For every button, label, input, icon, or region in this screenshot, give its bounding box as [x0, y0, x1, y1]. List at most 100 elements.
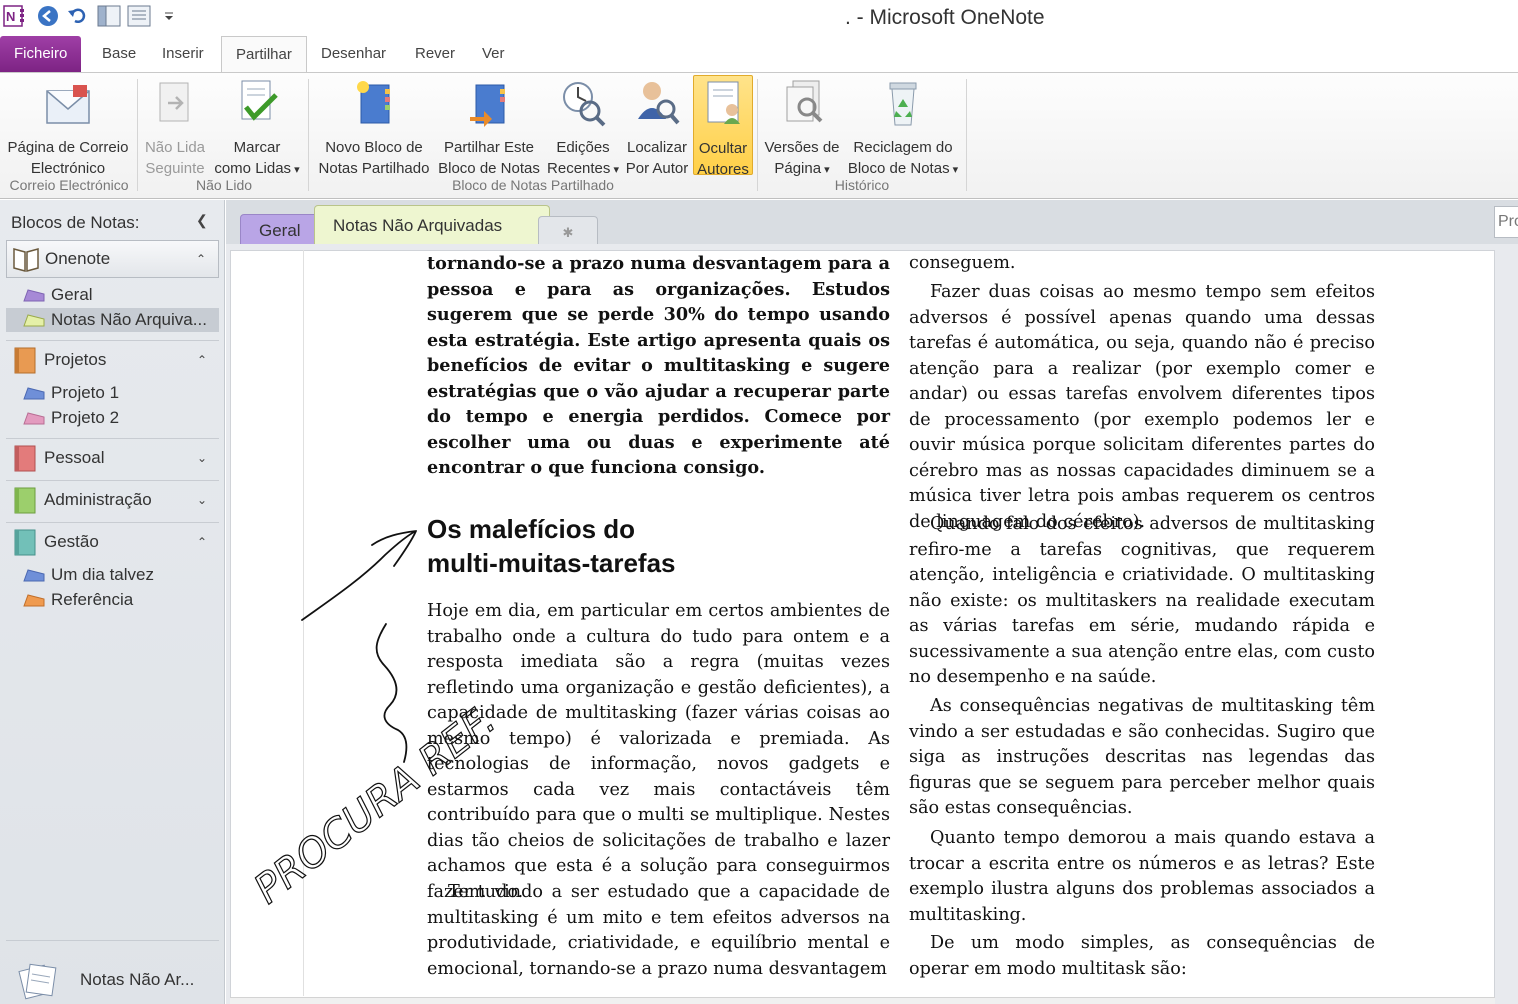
section-projeto-1[interactable]: Projeto 1	[22, 381, 219, 405]
window-title: . - Microsoft OneNote	[845, 6, 1045, 29]
page-versions-button[interactable]: Versões de Página	[762, 75, 842, 177]
find-by-author-button[interactable]: Localizar Por Autor	[622, 75, 692, 177]
section-tab-icon	[23, 314, 45, 327]
recent-edits-label-2: Recentes	[547, 160, 619, 177]
share-notebook-button[interactable]: Partilhar Este Bloco de Notas	[436, 75, 542, 177]
page-margin-rule	[303, 250, 304, 996]
section-tab-icon	[23, 569, 45, 582]
notebook-projetos[interactable]: Projetos ⌃	[6, 340, 219, 378]
group-label-shared-notebook: Bloco de Notas Partilhado	[452, 177, 614, 193]
tab-notas-nao-arquivadas[interactable]: Notas Não Arquivadas	[314, 205, 550, 244]
horizontal-scrollbar[interactable]	[230, 997, 1495, 1004]
find-by-author-label-2: Por Autor	[625, 160, 689, 177]
notebook-label: Administração	[44, 489, 152, 509]
share-notebook-icon	[470, 84, 505, 127]
section-projeto-2[interactable]: Projeto 2	[22, 406, 219, 430]
section-tab-icon	[23, 387, 45, 400]
page-versions-label-2: Página	[774, 160, 829, 177]
article-paragraph: Hoje em dia, em particular em certos amb…	[427, 601, 890, 902]
open-notebook-icon	[13, 248, 39, 272]
section-notas-nao-arquivadas[interactable]: Notas Não Arquiva...	[6, 308, 219, 332]
notebook-administracao[interactable]: Administração ⌄	[6, 480, 219, 518]
recycle-bin-label-1: Reciclagem do	[853, 139, 953, 156]
section-referencia[interactable]: Referência	[22, 588, 219, 612]
group-separator	[966, 79, 967, 191]
search-input[interactable]: Pro	[1494, 206, 1518, 238]
notebook-gestao[interactable]: Gestão ⌃	[6, 522, 219, 560]
hide-authors-icon	[707, 81, 740, 124]
new-shared-notebook-label-2: Notas Partilhado	[318, 160, 430, 177]
section-label: Projeto 2	[51, 408, 120, 427]
find-by-author-icon	[638, 82, 680, 125]
email-page-label-1: Página de Correio	[7, 139, 129, 156]
group-label-email: Correio Electrónico	[9, 177, 129, 193]
section-geral[interactable]: Geral	[22, 283, 219, 307]
section-label: Geral	[51, 285, 93, 304]
undo-icon[interactable]	[64, 4, 90, 28]
unfiled-notes-icon	[18, 963, 57, 1000]
email-page-button[interactable]: Página de Correio Electrónico	[2, 75, 134, 177]
hide-authors-button[interactable]: Ocultar Autores	[693, 75, 753, 178]
back-icon[interactable]	[35, 4, 61, 28]
article-heading-line-1: Os malefícios do	[427, 514, 636, 544]
notebook-onenote[interactable]: Onenote ⌃	[6, 240, 219, 278]
tab-view[interactable]: Ver	[468, 36, 519, 72]
collapse-pane-icon[interactable]: ❮	[196, 212, 208, 229]
section-tab-icon	[23, 594, 45, 607]
next-unread-label-2: Seguinte	[145, 160, 205, 177]
page-versions-label-1: Versões de	[764, 139, 840, 156]
article-heading: Os malefícios do multi-muitas-tarefas	[427, 512, 897, 580]
chevron-up-icon[interactable]: ⌃	[197, 535, 207, 549]
mark-read-check-icon	[241, 80, 278, 121]
tab-geral[interactable]: Geral	[240, 214, 320, 244]
tab-insert[interactable]: Inserir	[148, 36, 218, 72]
tab-home[interactable]: Base	[88, 36, 150, 72]
new-shared-notebook-label-1: Novo Bloco de	[325, 139, 423, 156]
notebook-icon	[14, 529, 36, 555]
dock-view-icon[interactable]	[96, 4, 122, 28]
recycle-bin-icon	[889, 82, 917, 126]
chevron-down-icon[interactable]: ⌄	[197, 451, 207, 465]
next-unread-label-1: Não Lida	[144, 139, 206, 156]
section-um-dia-talvez[interactable]: Um dia talvez	[22, 563, 219, 587]
chevron-up-icon[interactable]: ⌃	[197, 353, 207, 367]
unfiled-notes-button[interactable]: Notas Não Ar...	[16, 960, 194, 1000]
tab-draw[interactable]: Desenhar	[307, 36, 400, 72]
mark-as-read-label-1: Marcar	[233, 139, 281, 156]
group-label-unread: Não Lido	[195, 177, 253, 193]
notebook-label: Onenote	[45, 249, 111, 268]
onenote-logo-icon[interactable]: N	[1, 4, 27, 28]
share-notebook-label-2: Bloco de Notas	[438, 160, 540, 177]
email-page-label-2: Electrónico	[30, 160, 106, 177]
share-notebook-label-1: Partilhar Este	[443, 139, 535, 156]
notebook-label: Gestão	[44, 531, 99, 551]
tab-file[interactable]: Ficheiro	[0, 36, 82, 72]
tab-share[interactable]: Partilhar	[221, 36, 307, 73]
section-label: Projeto 1	[51, 383, 120, 402]
chevron-up-icon[interactable]: ⌃	[196, 252, 206, 266]
article-paragraph: Quanto tempo demorou a mais quando estav…	[909, 828, 1375, 925]
email-page-icon	[46, 85, 90, 124]
notebook-pessoal[interactable]: Pessoal ⌄	[6, 438, 219, 476]
full-page-view-icon[interactable]	[126, 4, 152, 28]
group-separator	[137, 79, 138, 191]
article-intro: tornando-se a prazo numa desvantagem par…	[427, 253, 890, 478]
recent-edits-button[interactable]: Edições Recentes	[544, 75, 622, 177]
new-section-tab-icon[interactable]: ✱	[538, 216, 598, 244]
new-shared-notebook-button[interactable]: Novo Bloco de Notas Partilhado	[314, 75, 434, 177]
notebook-label: Pessoal	[44, 447, 105, 467]
next-unread-icon	[159, 82, 189, 122]
mark-as-read-label-2: como Lidas	[214, 160, 299, 177]
tab-review[interactable]: Rever	[401, 36, 469, 72]
customize-qat-icon[interactable]	[156, 4, 182, 28]
mark-as-read-button[interactable]: Marcar como Lidas	[210, 75, 304, 177]
group-label-history: Histórico	[834, 177, 890, 193]
next-unread-button[interactable]: Não Lida Seguinte	[142, 75, 208, 177]
article-paragraph: conseguem.	[909, 253, 1016, 273]
page-versions-icon	[786, 80, 823, 123]
recycle-bin-label-2: Bloco de Notas	[848, 160, 958, 177]
notebook-recycle-bin-button[interactable]: Reciclagem do Bloco de Notas	[843, 75, 963, 177]
article-paragraph: De um modo simples, as consequências de …	[909, 933, 1375, 979]
chevron-down-icon[interactable]: ⌄	[197, 493, 207, 507]
article-paragraph: Quando falo dos efeitos adversos de mult…	[909, 514, 1375, 687]
